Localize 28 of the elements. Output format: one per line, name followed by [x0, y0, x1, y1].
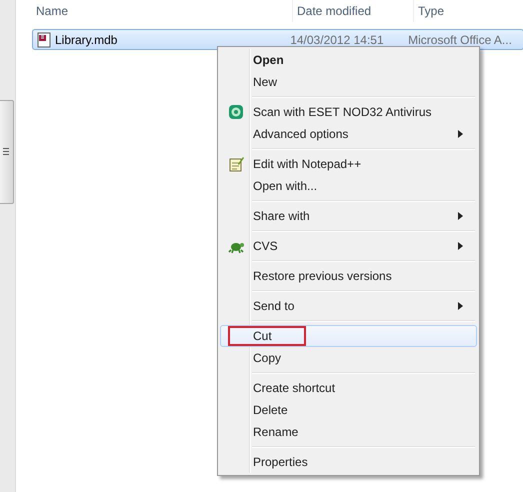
menu-item[interactable]: Open — [220, 49, 477, 71]
scroll-thumb[interactable] — [0, 100, 14, 204]
menu-item[interactable]: Restore previous versions — [220, 265, 477, 287]
menu-item[interactable]: Scan with ESET NOD32 Antivirus — [220, 101, 477, 123]
menu-item[interactable]: Copy — [220, 347, 477, 369]
column-header[interactable]: Date modified — [292, 0, 413, 22]
menu-item[interactable]: New — [220, 71, 477, 93]
shield-icon — [228, 104, 244, 120]
database-file-icon — [36, 32, 52, 48]
file-type: Microsoft Office A... — [407, 32, 513, 48]
menu-item[interactable]: Open with... — [220, 175, 477, 197]
column-header[interactable]: Type — [413, 0, 523, 22]
date-modified: 14/03/2012 14:51 — [289, 32, 385, 48]
menu-item[interactable]: Share with — [220, 205, 477, 227]
vertical-scrollbar[interactable] — [0, 0, 16, 492]
menu-item[interactable]: CVS — [220, 235, 477, 257]
menu-item[interactable]: Edit with Notepad++ — [220, 153, 477, 175]
menu-item[interactable]: Advanced options — [220, 123, 477, 145]
menu-item[interactable]: Create shortcut — [220, 377, 477, 399]
file-row[interactable]: Library.mdb 14/03/2012 14:51 Microsoft Office A... — [32, 29, 523, 50]
notepad-icon — [228, 156, 244, 172]
menu-item[interactable]: Properties — [220, 451, 477, 473]
menu-item[interactable]: Send to — [220, 295, 477, 317]
file-name: Library.mdb — [55, 32, 118, 46]
menu-item[interactable]: Delete — [220, 399, 477, 421]
menu-item[interactable]: Cut — [220, 325, 477, 347]
menu-item[interactable]: Rename — [220, 421, 477, 443]
column-header[interactable]: Name — [32, 0, 292, 22]
